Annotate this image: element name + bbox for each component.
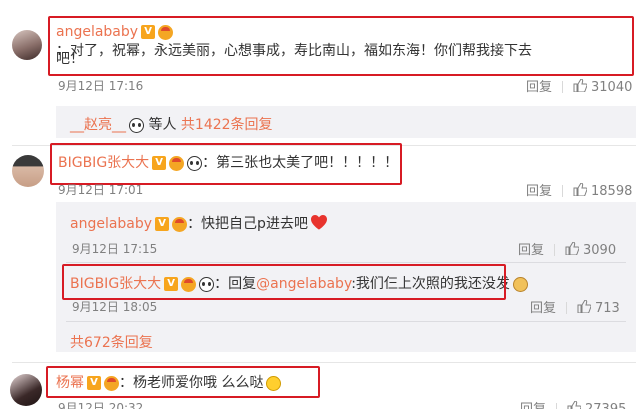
highlight-box-2 (50, 143, 402, 185)
verified-icon: V (155, 217, 170, 231)
comment-1-actions: 回复 31040 (526, 76, 632, 96)
thread-summary-link[interactable]: 共1422条回复 (181, 117, 273, 133)
comment-2-time: 9月12日 17:01 (58, 183, 144, 197)
thread-summary-user[interactable]: __赵亮__ (70, 117, 126, 133)
thread-summary-middle: 等人 (148, 117, 177, 133)
avatar-angelababy[interactable] (12, 30, 42, 60)
avatar-yangmi[interactable] (10, 374, 42, 406)
like-icon[interactable] (573, 77, 588, 96)
reply-button[interactable]: 回复 (526, 184, 552, 199)
party-hat-icon (172, 216, 188, 232)
doge-icon (512, 276, 528, 292)
reply-button[interactable]: 回复 (520, 402, 546, 409)
like-icon[interactable] (567, 399, 582, 409)
highlight-box-1 (48, 16, 634, 76)
like-count: 18598 (591, 184, 633, 199)
like-count: 27395 (585, 402, 626, 409)
reply-1-time: 9月12日 17:15 (72, 242, 158, 256)
comment-3-time: 9月12日 20:32 (58, 401, 144, 409)
action-divider (554, 244, 556, 256)
more-replies-link[interactable]: 共672条回复 (70, 332, 153, 352)
like-count: 31040 (591, 80, 633, 95)
reply-1-text: ：快把自己p进去吧 (187, 216, 308, 232)
action-divider (562, 81, 564, 93)
panda-icon (129, 117, 144, 133)
like-icon[interactable] (577, 298, 592, 317)
thread-summary: __赵亮__ 等人 共1422条回复 (70, 114, 273, 134)
comment-2-actions: 回复 18598 (526, 180, 632, 200)
highlight-box-4 (46, 366, 320, 398)
action-divider (556, 403, 558, 409)
reply-1-username[interactable]: angelababy (70, 216, 152, 232)
like-count: 3090 (583, 243, 617, 258)
reply-1-header: angelababy V ：快把自己p进去吧 (70, 213, 328, 234)
highlight-box-3 (62, 264, 506, 300)
reply-button[interactable]: 回复 (530, 301, 556, 316)
divider (66, 321, 626, 322)
comment-1-time: 9月12日 17:16 (58, 79, 144, 93)
like-count: 713 (595, 301, 620, 316)
divider (12, 362, 636, 363)
reply-2-time: 9月12日 18:05 (72, 300, 158, 314)
reply-button[interactable]: 回复 (526, 80, 552, 95)
divider (66, 262, 626, 263)
action-divider (566, 302, 568, 314)
like-icon[interactable] (565, 240, 580, 259)
heart-icon (310, 214, 328, 234)
like-icon[interactable] (573, 181, 588, 200)
reply-button[interactable]: 回复 (518, 243, 544, 258)
reply-2-actions: 回复 713 (530, 297, 620, 317)
reply-1-actions: 回复 3090 (518, 239, 616, 259)
avatar-bigbig[interactable] (12, 155, 44, 187)
comment-3-actions: 回复 27395 (520, 398, 626, 409)
action-divider (562, 185, 564, 197)
